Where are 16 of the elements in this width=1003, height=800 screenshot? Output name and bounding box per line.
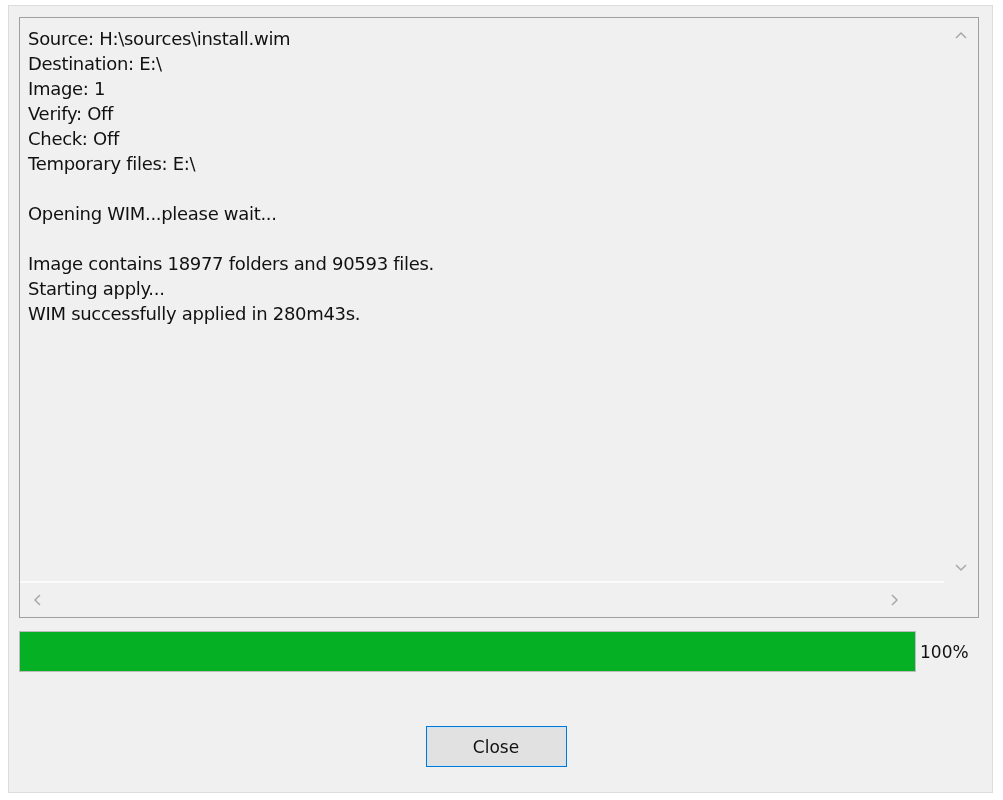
- log-line: Destination: E:\: [28, 52, 163, 76]
- log-line: Image: 1: [28, 77, 107, 101]
- log-line: Verify: Off: [28, 102, 115, 126]
- chevron-left-icon[interactable]: [32, 593, 42, 607]
- progress-percentage: 100%: [920, 641, 969, 662]
- close-button[interactable]: Close: [425, 726, 567, 767]
- chevron-right-icon[interactable]: [890, 593, 900, 607]
- log-line: WIM successfully applied in 280m43s.: [28, 302, 362, 326]
- chevron-down-icon[interactable]: [954, 563, 968, 573]
- log-line: Opening WIM...please wait...: [28, 202, 278, 226]
- log-line: Temporary files: E:\: [28, 152, 197, 176]
- log-line: Source: H:\sources\install.wim: [28, 27, 292, 51]
- log-line: Image contains 18977 folders and 90593 files.: [28, 252, 435, 276]
- log-line: Starting apply...: [28, 277, 166, 301]
- chevron-up-icon[interactable]: [954, 30, 968, 40]
- log-line: Check: Off: [28, 127, 121, 151]
